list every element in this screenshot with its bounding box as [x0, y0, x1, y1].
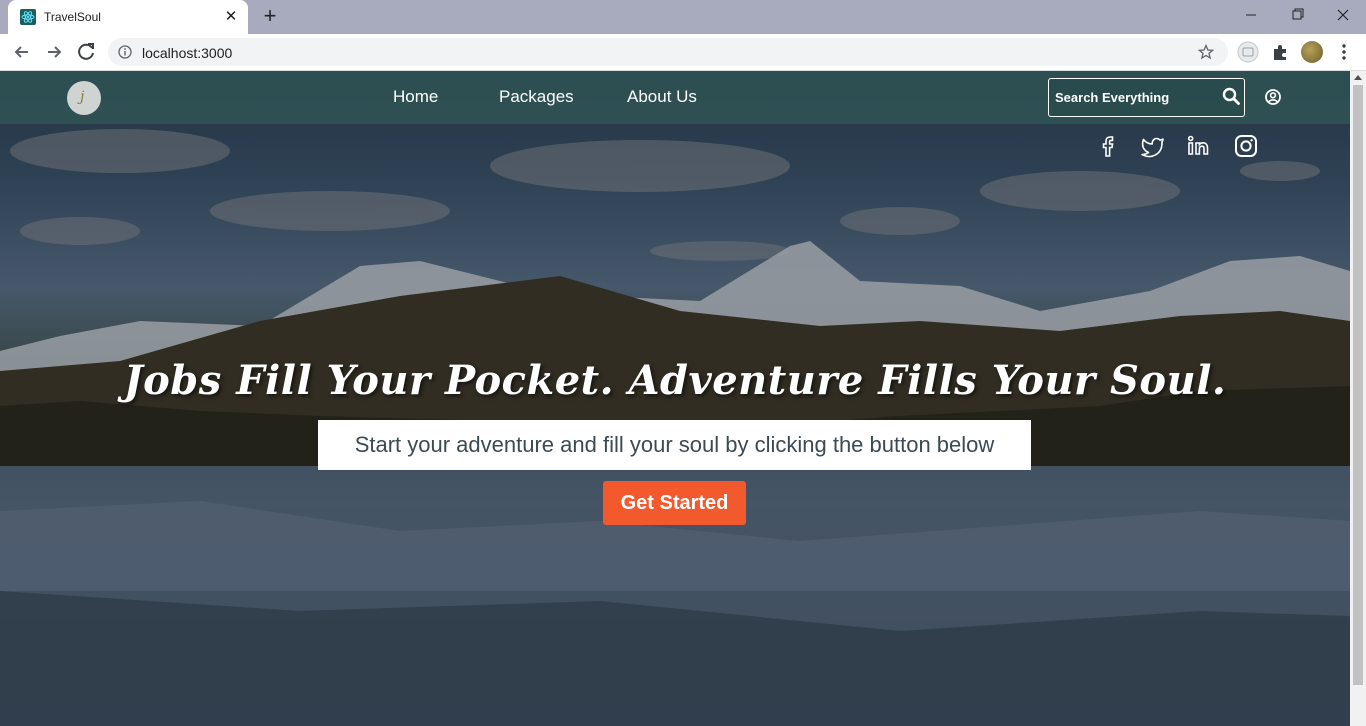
window-close-button[interactable] [1320, 0, 1366, 30]
search-icon[interactable] [1222, 87, 1240, 110]
scrollbar-thumb[interactable] [1353, 85, 1363, 685]
window-minimize-button[interactable] [1228, 0, 1274, 30]
facebook-icon[interactable] [1095, 133, 1121, 159]
site-logo[interactable]: j [67, 81, 101, 115]
site-info-icon[interactable] [118, 45, 132, 64]
site-navbar: j Home Packages About Us Search Everythi… [0, 71, 1350, 124]
url-text[interactable]: localhost:3000 [142, 45, 232, 61]
nav-link-packages[interactable]: Packages [499, 87, 574, 107]
hero-tagline: Start your adventure and fill your soul … [354, 432, 995, 457]
browser-menu-icon[interactable] [1333, 41, 1355, 63]
address-bar[interactable]: localhost:3000 [108, 38, 1228, 66]
window-restore-button[interactable] [1274, 0, 1320, 30]
twitter-icon[interactable] [1140, 133, 1166, 159]
forward-arrow-icon[interactable] [42, 40, 66, 64]
browser-tabstrip: TravelSoul ✕ + [0, 0, 1366, 34]
scroll-up-arrow-icon[interactable] [1354, 75, 1362, 80]
linkedin-icon[interactable] [1186, 133, 1212, 159]
hero-headline: Jobs Fill Your Pocket. Adventure Fills Y… [123, 357, 1227, 404]
nav-link-about-us[interactable]: About Us [627, 87, 697, 107]
search-input[interactable]: Search Everything [1048, 78, 1245, 117]
extension-icon[interactable] [1237, 41, 1259, 63]
browser-toolbar: localhost:3000 [0, 34, 1366, 71]
get-started-button[interactable]: Get Started [603, 481, 746, 525]
reload-icon[interactable] [75, 40, 99, 64]
bookmark-star-icon[interactable] [1197, 43, 1215, 65]
browser-tab[interactable]: TravelSoul ✕ [8, 0, 248, 34]
nav-link-home[interactable]: Home [393, 87, 438, 107]
user-account-icon[interactable] [1264, 88, 1282, 111]
extensions-puzzle-icon[interactable] [1269, 41, 1291, 63]
page-viewport: j Home Packages About Us Search Everythi… [0, 71, 1366, 726]
tab-title: TravelSoul [44, 10, 101, 24]
hero-tagline-box: Start your adventure and fill your soul … [318, 420, 1031, 470]
instagram-icon[interactable] [1233, 133, 1259, 159]
tab-close-icon[interactable]: ✕ [222, 8, 240, 26]
back-arrow-icon[interactable] [10, 40, 34, 64]
page-scrollbar[interactable] [1350, 71, 1366, 726]
search-placeholder: Search Everything [1055, 90, 1170, 105]
new-tab-button[interactable]: + [258, 5, 282, 29]
profile-avatar[interactable] [1301, 41, 1323, 63]
logo-mark: j [80, 89, 85, 105]
react-favicon-icon [20, 9, 36, 25]
